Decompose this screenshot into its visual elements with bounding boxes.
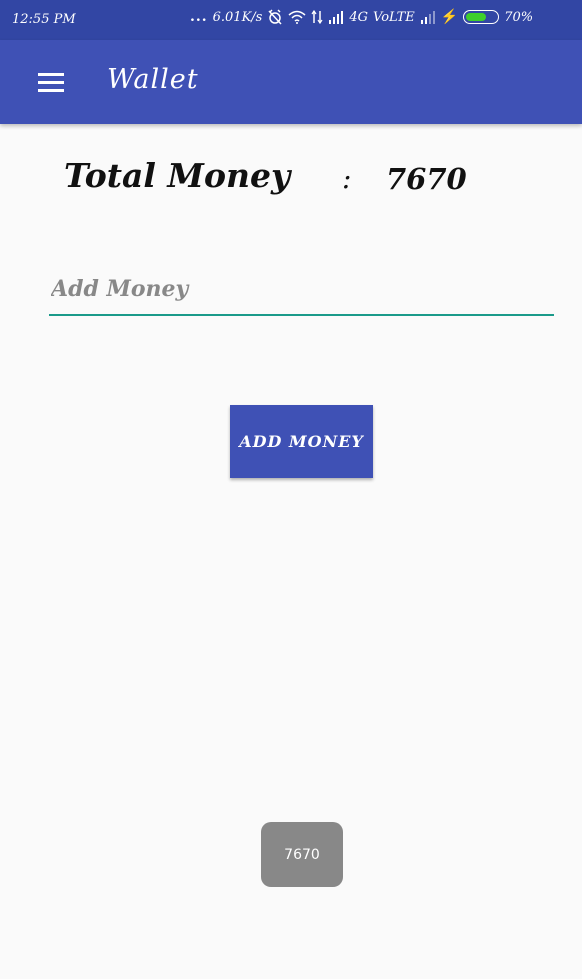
signal-strength-secondary-icon [420,11,435,24]
status-indicators: ... 6.01K/s 4G VoLTE ⚡ 70% [190,9,533,25]
app-bar: Wallet [0,40,582,124]
total-money-value: 7670 [386,162,467,196]
battery-percent: 70% [504,9,534,25]
status-bar: 12:55 PM ... 6.01K/s 4G VoLTE ⚡ 70% [0,0,582,40]
total-money-label: Total Money [64,156,291,195]
add-money-button[interactable]: ADD MONEY [230,405,373,478]
notification-dots: ... [190,9,208,25]
add-money-input[interactable] [49,270,554,316]
network-speed: 6.01K/s [212,9,263,25]
toast-message: 7670 [261,822,343,887]
wifi-icon [288,10,306,24]
network-type: 4G [349,9,368,25]
alarm-off-icon [268,9,282,25]
hamburger-menu-icon[interactable] [38,73,66,93]
volte-indicator: VoLTE [373,9,415,25]
charging-icon: ⚡ [440,9,459,25]
status-time: 12:55 PM [12,12,76,27]
total-money-separator: : [342,162,352,195]
app-title: Wallet [107,64,199,95]
signal-strength-icon [329,11,344,24]
battery-level-fill [466,13,486,21]
total-money-row: Total Money : 7670 [64,156,504,204]
battery-icon [463,10,500,24]
data-transfer-icon [311,10,323,24]
